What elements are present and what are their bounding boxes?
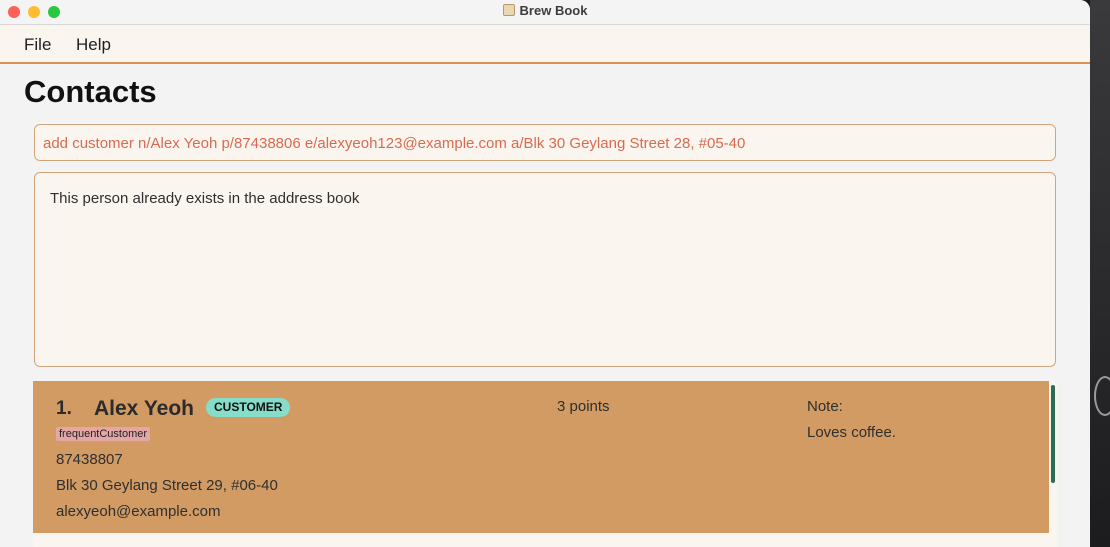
contact-index: 1. <box>56 398 72 419</box>
contact-card[interactable]: 1. Alex Yeoh CUSTOMER frequentCustomer 8… <box>33 381 1049 533</box>
background-window-strip <box>1090 0 1110 547</box>
contact-points: 3 points <box>557 398 610 415</box>
note-text: Loves coffee. <box>807 424 896 441</box>
brew-book-app-icon <box>502 4 515 16</box>
contact-list: 1. Alex Yeoh CUSTOMER frequentCustomer 8… <box>33 381 1057 547</box>
result-display: This person already exists in the addres… <box>34 172 1056 367</box>
note-label: Note: <box>807 398 843 415</box>
command-input[interactable]: add customer n/Alex Yeoh p/87438806 e/al… <box>34 124 1056 161</box>
title-bar: Brew Book <box>0 0 1090 25</box>
menu-help[interactable]: Help <box>76 35 111 55</box>
menu-file[interactable]: File <box>24 35 51 55</box>
window-title: Brew Book <box>519 3 588 18</box>
window-title-group: Brew Book <box>0 3 1090 18</box>
contact-phone: 87438807 <box>56 451 123 468</box>
background-ring-shape <box>1094 376 1110 416</box>
result-message: This person already exists in the addres… <box>50 190 360 207</box>
contact-email: alexyeoh@example.com <box>56 503 221 520</box>
tag-badge: frequentCustomer <box>56 427 151 441</box>
contact-name: Alex Yeoh <box>94 397 194 420</box>
menu-bar: File Help <box>0 25 1090 64</box>
page-title: Contacts <box>24 74 157 109</box>
list-scrollbar[interactable] <box>1051 385 1055 483</box>
app-window: Brew Book File Help Contacts add custome… <box>0 0 1090 547</box>
role-badge: CUSTOMER <box>206 398 291 417</box>
contact-address: Blk 30 Geylang Street 29, #06-40 <box>56 477 278 494</box>
